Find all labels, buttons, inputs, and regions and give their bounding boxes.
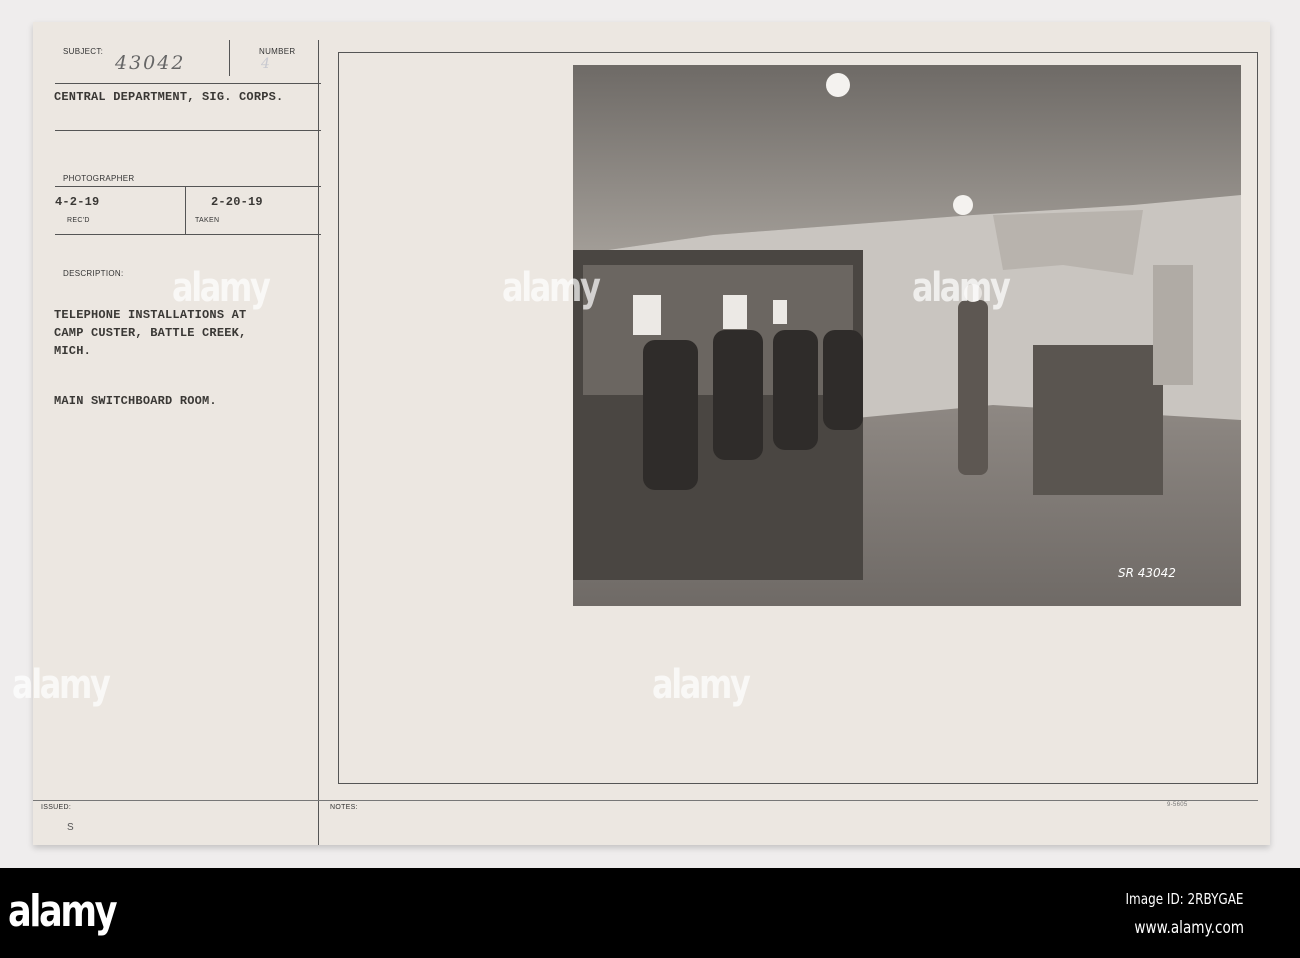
image-id: Image ID: 2RBYGAE (1125, 890, 1244, 908)
taken-date: 2-20-19 (211, 195, 263, 209)
department: CENTRAL DEPARTMENT, SIG. CORPS. (54, 90, 284, 104)
description: TELEPHONE INSTALLATIONS AT CAMP CUSTER, … (54, 306, 246, 360)
issued-label: ISSUED: (41, 804, 72, 811)
divider (55, 130, 321, 131)
alamy-logo: alamy (8, 886, 118, 937)
notes-label: NOTES: (330, 804, 358, 811)
number-label: NUMBER (259, 47, 296, 56)
divider (185, 186, 186, 234)
divider (33, 800, 1258, 801)
watermark-logo: alamy (12, 662, 111, 708)
divider (55, 83, 321, 84)
divider (55, 234, 321, 235)
photo-scene: SR 43042 (573, 65, 1241, 606)
subject-label: SUBJECT: (63, 47, 104, 56)
subject-number: 43042 (115, 52, 186, 74)
watermark-logo: alamy (912, 265, 1011, 311)
description-label: DESCRIPTION: (63, 269, 124, 278)
description-line: MICH. (54, 344, 92, 358)
issued-mark: S (67, 822, 74, 833)
site-url[interactable]: www.alamy.com (1134, 918, 1244, 938)
watermark-logo: alamy (652, 662, 751, 708)
taken-label: TAKEN (195, 217, 220, 224)
column-divider (318, 40, 319, 845)
watermark-logo: alamy (502, 265, 601, 311)
received-label: REC'D (67, 217, 90, 224)
archive-record-card: SUBJECT: 43042 NUMBER 4 CENTRAL DEPARTME… (33, 22, 1270, 845)
negative-number: SR 43042 (1118, 566, 1176, 580)
description-line: CAMP CUSTER, BATTLE CREEK, (54, 326, 247, 340)
form-number: 9-5605 (1167, 802, 1188, 808)
stock-footer: alamy Image ID: 2RBYGAE www.alamy.com (0, 868, 1300, 958)
received-date: 4-2-19 (55, 195, 100, 209)
divider (229, 40, 230, 76)
divider (55, 186, 321, 187)
watermark-logo: alamy (172, 265, 271, 311)
number-value: 4 (261, 56, 272, 72)
switchboard-room-photo: SR 43042 (573, 65, 1241, 606)
caption: MAIN SWITCHBOARD ROOM. (54, 394, 217, 408)
photographer-label: PHOTOGRAPHER (63, 174, 135, 183)
